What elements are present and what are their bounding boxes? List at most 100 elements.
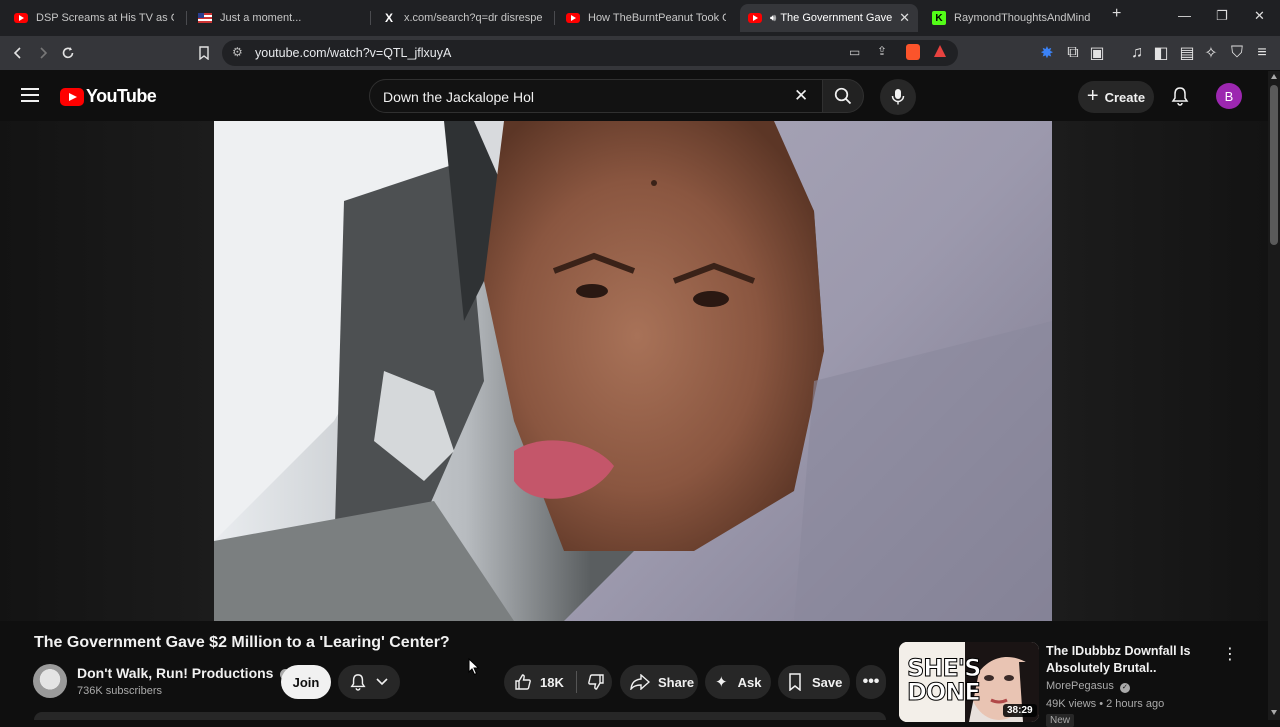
reload-icon[interactable] <box>57 42 79 64</box>
leo-ai-icon[interactable]: ✧ <box>1200 42 1222 64</box>
like-button[interactable]: 18K <box>504 673 564 691</box>
save-button[interactable]: Save <box>778 665 850 699</box>
browser-toolbar: ⚙︎ youtube.com/watch?v=QTL_jflxuyA ▭ ⇪ ✸… <box>0 36 1280 70</box>
youtube-header: YouTube Down the Jackalope Hol ✕ + Creat… <box>0 71 1268 121</box>
recommended-channel-text[interactable]: MorePegasus <box>1046 680 1114 692</box>
site-settings-icon[interactable]: ⚙︎ <box>232 45 243 59</box>
extensions-icon[interactable]: ⧉ <box>1062 42 1084 64</box>
scrollbar-thumb[interactable] <box>1270 85 1278 245</box>
channel-name[interactable]: Don't Walk, Run! Productions ✓ <box>77 665 292 681</box>
recommended-video-title[interactable]: The IDubbbz Downfall Is Absolutely Bruta… <box>1046 643 1206 677</box>
new-tab-icon[interactable]: + <box>1112 5 1121 23</box>
player-backdrop-right <box>1052 121 1268 621</box>
close-window-icon[interactable]: ✕ <box>1254 8 1265 24</box>
bookmark-icon[interactable] <box>193 42 215 64</box>
brave-rewards-icon[interactable] <box>934 45 946 57</box>
url-text[interactable]: youtube.com/watch?v=QTL_jflxuyA <box>255 46 451 60</box>
share-page-icon[interactable]: ⇪ <box>877 44 887 58</box>
bell-icon <box>350 674 366 691</box>
sparkle-icon: ✦ <box>715 674 728 691</box>
wallet-icon[interactable]: ▤ <box>1176 42 1198 64</box>
browser-tab[interactable]: DSP Screams at His TV as Call of <box>6 4 182 32</box>
create-button-label: Create <box>1104 89 1146 105</box>
vpn-icon[interactable]: ✸ <box>1036 42 1058 64</box>
like-dislike-group: 18K <box>504 665 612 699</box>
minimize-icon[interactable]: — <box>1178 8 1191 23</box>
youtube-logo[interactable]: YouTube <box>60 86 157 107</box>
cast-icon[interactable]: ▭ <box>849 45 860 59</box>
browser-tab[interactable]: K RaymondThoughtsAndMind Str <box>924 4 1100 32</box>
search-input-value[interactable]: Down the Jackalope Hol <box>383 89 534 105</box>
x-favicon-icon: X <box>384 11 393 25</box>
description-box[interactable] <box>34 712 886 720</box>
youtube-favicon-icon <box>748 11 762 25</box>
scroll-down-arrow-icon[interactable] <box>1271 710 1277 715</box>
scroll-up-arrow-icon[interactable] <box>1271 74 1277 79</box>
dislike-button[interactable] <box>577 673 605 691</box>
microphone-icon <box>891 89 905 105</box>
youtube-favicon-icon <box>566 11 580 25</box>
browser-tab[interactable]: Just a moment... <box>190 4 366 32</box>
address-bar[interactable]: ⚙︎ youtube.com/watch?v=QTL_jflxuyA ▭ ⇪ <box>222 40 958 66</box>
tab-title: RaymondThoughtsAndMind Str <box>954 12 1092 24</box>
hamburger-menu-icon[interactable] <box>21 88 39 107</box>
video-frame-image <box>214 121 1052 621</box>
browser-tab-active[interactable]: 🔊︎ The Government Gave $ ✕ <box>740 4 918 32</box>
video-duration-badge: 38:29 <box>1003 704 1037 717</box>
flag-favicon-icon <box>198 11 212 25</box>
share-button[interactable]: Share <box>620 665 698 699</box>
tab-title: The Government Gave $ <box>780 12 894 24</box>
ask-button[interactable]: ✦ Ask <box>705 665 771 699</box>
save-button-label: Save <box>812 674 843 690</box>
recommended-channel-name[interactable]: MorePegasus ✓ <box>1046 680 1130 693</box>
channel-avatar[interactable] <box>33 664 67 698</box>
media-icon[interactable]: ♫ <box>1126 42 1148 64</box>
account-avatar[interactable]: B <box>1216 83 1242 109</box>
more-horizontal-icon: ••• <box>862 673 880 690</box>
save-bookmark-icon <box>789 673 801 691</box>
search-input[interactable]: Down the Jackalope Hol ✕ <box>369 79 823 113</box>
search-button[interactable] <box>822 79 864 113</box>
notifications-bell-icon[interactable] <box>1171 86 1189 111</box>
player-backdrop-left <box>0 121 214 621</box>
page-scrollbar[interactable] <box>1268 71 1280 720</box>
browser-tab[interactable]: How TheBurntPeanut Took Over <box>558 4 734 32</box>
ask-button-label: Ask <box>737 674 762 690</box>
youtube-favicon-icon <box>14 11 28 25</box>
channel-name-text[interactable]: Don't Walk, Run! Productions <box>77 665 273 681</box>
thumbs-up-icon <box>515 674 531 690</box>
recommended-video-meta: 49K views • 2 hours ago <box>1046 698 1165 710</box>
close-tab-icon[interactable]: ✕ <box>899 10 910 26</box>
restore-icon[interactable]: ❐ <box>1216 8 1228 24</box>
kick-favicon-icon: K <box>932 11 946 25</box>
video-title: The Government Gave $2 Million to a 'Lea… <box>34 634 450 651</box>
brave-shields-icon[interactable] <box>906 44 920 60</box>
screenshot-icon[interactable]: ▣ <box>1086 42 1108 64</box>
subscribed-notifications-button[interactable] <box>338 665 400 699</box>
forward-icon[interactable] <box>32 42 54 64</box>
search-icon <box>834 87 852 105</box>
video-player[interactable] <box>214 121 1052 621</box>
back-icon[interactable] <box>7 42 29 64</box>
more-actions-button[interactable]: ••• <box>856 665 886 699</box>
thumbnail-text: SHE'S DONE <box>907 654 982 706</box>
sidebar-icon[interactable]: ◧ <box>1150 42 1172 64</box>
verified-check-icon: ✓ <box>1119 683 1130 693</box>
new-badge: New <box>1046 714 1075 727</box>
youtube-play-icon <box>60 87 84 106</box>
voice-search-button[interactable] <box>880 79 916 115</box>
audio-playing-icon[interactable]: 🔊︎ <box>770 13 776 24</box>
join-button[interactable]: Join <box>281 665 331 699</box>
menu-icon[interactable]: ≡ <box>1251 42 1273 64</box>
create-button[interactable]: + Create <box>1078 81 1154 113</box>
browser-tab-strip: DSP Screams at His TV as Call of Just a … <box>0 0 1280 36</box>
plus-icon: + <box>1086 84 1099 107</box>
browser-tab[interactable]: X x.com/search?q=dr disrespect m <box>374 4 550 32</box>
more-vertical-icon[interactable]: ⋮ <box>1222 644 1238 664</box>
subscriber-count: 736K subscribers <box>77 685 162 697</box>
share-button-label: Share <box>658 674 695 690</box>
vpn-shield-icon[interactable]: ⛉ <box>1226 42 1248 64</box>
youtube-logo-text: YouTube <box>86 86 157 106</box>
chevron-down-icon <box>376 678 388 686</box>
clear-search-icon[interactable]: ✕ <box>794 86 808 106</box>
